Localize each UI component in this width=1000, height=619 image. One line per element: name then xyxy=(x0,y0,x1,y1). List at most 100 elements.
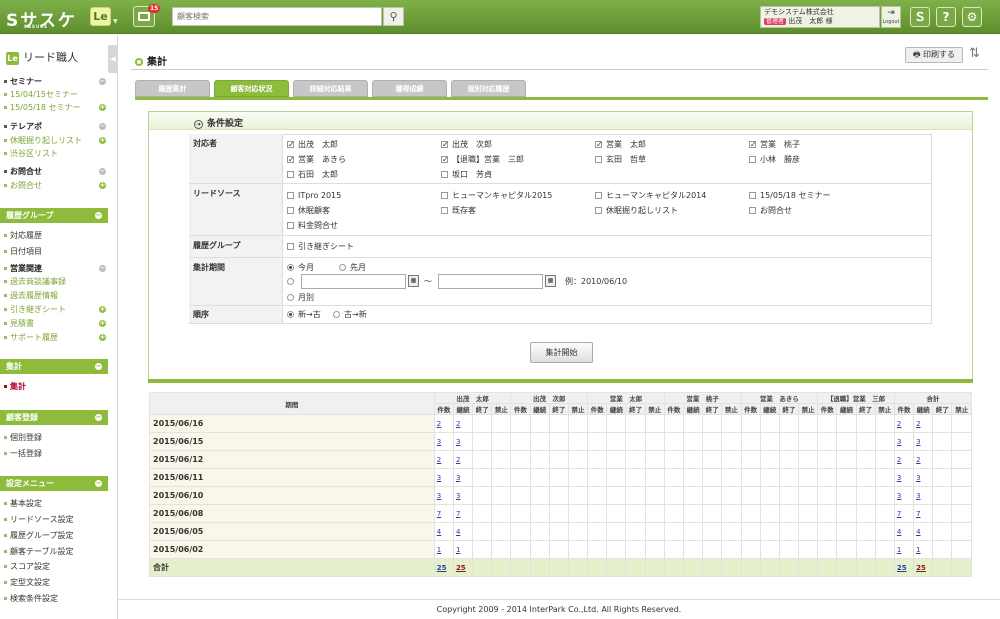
source-checkbox[interactable]: 料金問合せ xyxy=(287,220,338,231)
source-checkbox[interactable]: ヒューマンキャピタル2015 xyxy=(441,190,552,201)
staff-checkbox[interactable]: 営業 桃子 xyxy=(749,139,800,150)
app-switch-button[interactable]: Le xyxy=(90,7,111,26)
sidebar-item[interactable]: リードソース設定 xyxy=(4,513,108,526)
continue-link[interactable]: 2 xyxy=(456,456,460,464)
staff-checkbox[interactable]: 出茂 次郎 xyxy=(441,139,492,150)
caret-down-icon[interactable]: ▼ xyxy=(113,18,118,25)
sidebar-item[interactable]: 対応履歴 xyxy=(4,229,108,242)
continue-link[interactable]: 7 xyxy=(916,510,920,518)
continue-link[interactable]: 25 xyxy=(456,564,466,572)
message-button[interactable]: 15 xyxy=(133,4,161,27)
continue-link[interactable]: 4 xyxy=(916,528,920,536)
count-link[interactable]: 25 xyxy=(897,564,907,572)
source-checkbox[interactable]: 15/05/18 セミナー xyxy=(749,190,830,201)
continue-link[interactable]: 3 xyxy=(916,474,920,482)
count-link[interactable]: 3 xyxy=(897,474,901,482)
sidebar-item[interactable]: 見積書 + xyxy=(4,317,108,330)
count-link[interactable]: 4 xyxy=(437,528,441,536)
source-checkbox[interactable]: 休眠顧客 xyxy=(287,205,330,216)
source-checkbox[interactable]: 休眠掘り起しリスト xyxy=(595,205,678,216)
sidebar-item[interactable]: 渋谷区リスト xyxy=(4,147,108,160)
period-this-month-radio[interactable]: 今月 xyxy=(287,262,314,273)
continue-link[interactable]: 1 xyxy=(916,546,920,554)
logout-button[interactable]: ⇥ Logout xyxy=(881,6,901,28)
continue-link[interactable]: 3 xyxy=(916,438,920,446)
count-link[interactable]: 7 xyxy=(437,510,441,518)
sidebar-group-seminar[interactable]: セミナー − xyxy=(4,75,108,88)
continue-link[interactable]: 2 xyxy=(916,420,920,428)
add-icon[interactable]: + xyxy=(99,334,106,341)
period-monthly-radio[interactable]: 月別 xyxy=(287,292,314,303)
source-checkbox[interactable]: 既存客 xyxy=(441,205,476,216)
staff-checkbox[interactable]: 石田 太郎 xyxy=(287,169,338,180)
sidebar-item[interactable]: 引き継ぎシート + xyxy=(4,303,108,316)
staff-checkbox[interactable]: 坂口 芳貞 xyxy=(441,169,492,180)
sasuke-logo[interactable]: Sサスケ SASUKE xyxy=(6,6,77,31)
period-range-radio[interactable] xyxy=(287,276,298,287)
collapse-icon[interactable]: − xyxy=(95,414,102,421)
tab-acquisition[interactable]: 獲得成績 xyxy=(372,80,447,97)
sidebar-item[interactable]: 定型文設定 xyxy=(4,576,108,589)
calendar-icon[interactable]: ▦ xyxy=(408,275,419,287)
sidebar-group-teleapo[interactable]: テレアポ − xyxy=(4,120,108,133)
staff-checkbox[interactable]: 小林 勝彦 xyxy=(749,154,800,165)
order-new-radio[interactable]: 新→古 xyxy=(287,309,321,320)
collapse-icon[interactable]: − xyxy=(99,123,106,130)
date-from-input[interactable] xyxy=(301,274,406,289)
sidebar-band-register[interactable]: 顧客登録 − xyxy=(0,410,108,425)
sidebar-band-history-group[interactable]: 履歴グループ − xyxy=(0,208,108,223)
sidebar-item-summary[interactable]: 集計 xyxy=(4,380,108,393)
sidebar-group-inquiry[interactable]: お問合せ − xyxy=(4,165,108,178)
sidebar-item[interactable]: 履歴グループ設定 xyxy=(4,529,108,542)
count-link[interactable]: 2 xyxy=(897,420,901,428)
count-link[interactable]: 25 xyxy=(437,564,447,572)
sidebar-item[interactable]: お問合せ + xyxy=(4,179,108,192)
sidebar-item[interactable]: スコア設定 xyxy=(4,560,108,573)
sidebar-item[interactable]: 顧客テーブル設定 xyxy=(4,545,108,558)
continue-link[interactable]: 3 xyxy=(456,474,460,482)
help-icon[interactable]: ? xyxy=(936,7,956,27)
run-summary-button[interactable]: 集計開始 xyxy=(530,342,593,363)
continue-link[interactable]: 4 xyxy=(456,528,460,536)
sasuke-icon[interactable]: Ｓ xyxy=(910,7,930,27)
source-checkbox[interactable]: ヒューマンキャピタル2014 xyxy=(595,190,706,201)
order-old-radio[interactable]: 古→新 xyxy=(333,309,367,320)
staff-checkbox[interactable]: 営業 太郎 xyxy=(595,139,646,150)
collapse-icon[interactable]: − xyxy=(99,265,106,272)
collapse-icon[interactable]: − xyxy=(95,363,102,370)
sidebar-item[interactable]: 基本設定 xyxy=(4,497,108,510)
count-link[interactable]: 2 xyxy=(437,420,441,428)
calendar-icon[interactable]: ▦ xyxy=(545,275,556,287)
sidebar-item[interactable]: 一括登録 xyxy=(4,447,108,460)
add-icon[interactable]: + xyxy=(99,104,106,111)
date-to-input[interactable] xyxy=(438,274,543,289)
continue-link[interactable]: 7 xyxy=(456,510,460,518)
collapse-icon[interactable]: − xyxy=(95,480,102,487)
tab-detail-results[interactable]: 詳細対応結果 xyxy=(293,80,368,97)
count-link[interactable]: 7 xyxy=(897,510,901,518)
continue-link[interactable]: 3 xyxy=(456,492,460,500)
history-checkbox[interactable]: 引き継ぎシート xyxy=(287,241,354,252)
add-icon[interactable]: + xyxy=(99,137,106,144)
count-link[interactable]: 2 xyxy=(437,456,441,464)
count-link[interactable]: 4 xyxy=(897,528,901,536)
continue-link[interactable]: 2 xyxy=(916,456,920,464)
collapse-icon[interactable]: − xyxy=(99,78,106,85)
collapse-icon[interactable]: − xyxy=(95,212,102,219)
continue-link[interactable]: 2 xyxy=(456,420,460,428)
count-link[interactable]: 3 xyxy=(437,474,441,482)
continue-link[interactable]: 3 xyxy=(456,438,460,446)
count-link[interactable]: 3 xyxy=(897,438,901,446)
customer-search-input[interactable] xyxy=(172,7,382,26)
staff-checkbox[interactable]: 営業 あきら xyxy=(287,154,346,165)
sidebar-item[interactable]: 検索条件設定 xyxy=(4,592,108,605)
sidebar-band-settings[interactable]: 設定メニュー − xyxy=(0,476,108,491)
tab-history-summary[interactable]: 履歴集計 xyxy=(135,80,210,97)
continue-link[interactable]: 3 xyxy=(916,492,920,500)
source-checkbox[interactable]: ITpro 2015 xyxy=(287,190,341,201)
add-icon[interactable]: + xyxy=(99,320,106,327)
add-icon[interactable]: + xyxy=(99,182,106,189)
source-checkbox[interactable]: お問合せ xyxy=(749,205,792,216)
sidebar-item[interactable]: 15/05/18 セミナー + xyxy=(4,101,108,114)
sidebar-group-sales[interactable]: 営業関連 − xyxy=(4,262,108,275)
